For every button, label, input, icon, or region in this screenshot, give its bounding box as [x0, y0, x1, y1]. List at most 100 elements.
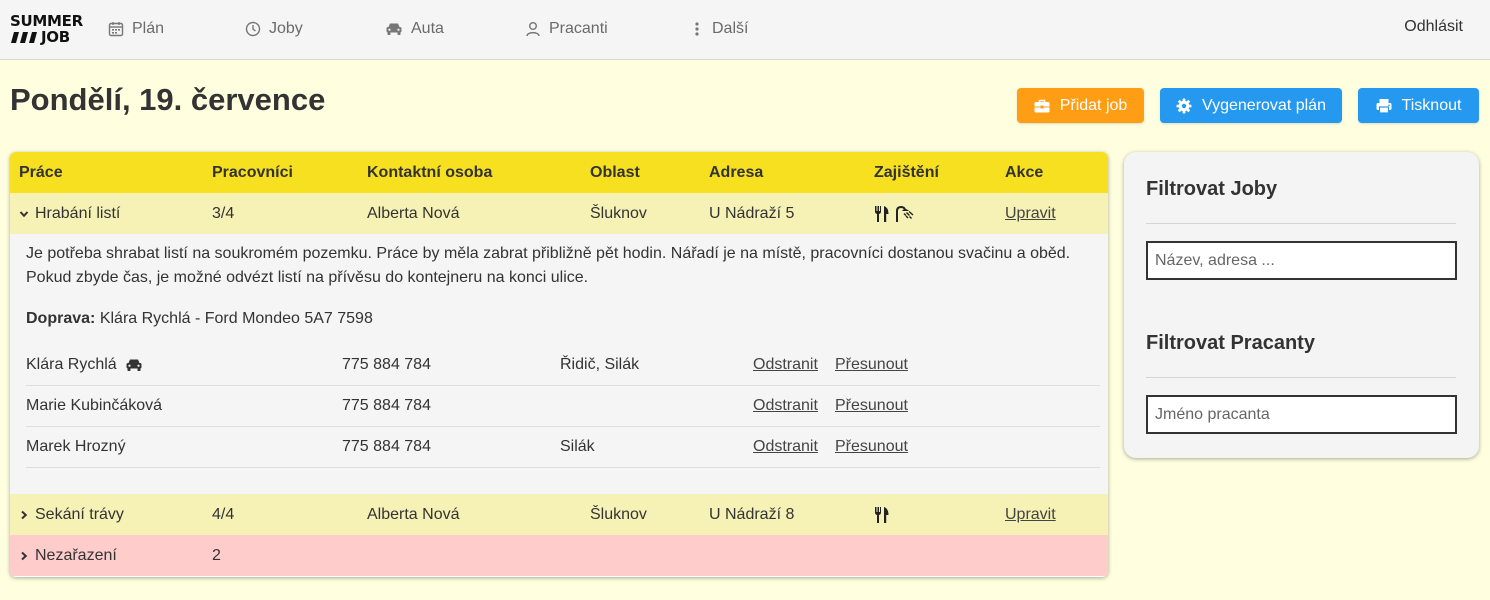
printer-icon: [1376, 98, 1392, 114]
jobs-table: Práce Pracovníci Kontaktní osoba Oblast …: [10, 152, 1108, 577]
remove-label: Odstranit: [753, 438, 818, 455]
job-amenities: [874, 494, 890, 535]
remove-worker-link[interactable]: Odstranit: [753, 386, 818, 426]
summerjob-logo[interactable]: SUMMER JOB: [10, 12, 83, 46]
filter-jobs-input[interactable]: [1146, 241, 1457, 280]
table-row[interactable]: Hrabání listí 3/4 Alberta Nová Šluknov U…: [10, 193, 1108, 234]
logo-slashes-icon: [11, 32, 37, 43]
add-job-button[interactable]: Přidat job: [1017, 88, 1144, 123]
gear-icon: [1176, 98, 1192, 113]
job-amenities: [874, 193, 915, 234]
job-area: Šluknov: [590, 204, 647, 222]
worker-name: Klára Rychlá: [26, 356, 117, 373]
generate-plan-label: Vygenerovat plán: [1202, 96, 1326, 114]
nav-label-cars: Auta: [411, 20, 444, 37]
worker-name: Marie Kubinčáková: [26, 397, 163, 414]
filter-workers-input[interactable]: [1146, 395, 1457, 434]
header-amenities: Zajištění: [874, 163, 939, 181]
job-workers: 4/4: [212, 505, 235, 523]
utensils-icon: [875, 506, 889, 523]
transport-value: Klára Rychlá - Ford Mondeo 5A7 7598: [99, 310, 373, 327]
worker-roles: Řidič, Silák: [560, 356, 640, 373]
worker-phone: 775 884 784: [342, 397, 431, 414]
unassigned-label: Nezařazení: [35, 546, 117, 564]
navbar: SUMMER JOB Plán Joby Auta Pracanti Další…: [0, 0, 1490, 60]
move-worker-link[interactable]: Přesunout: [835, 345, 908, 385]
job-area: Šluknov: [590, 505, 647, 523]
logo-text-bottom: JOB: [41, 28, 70, 46]
job-name: Hrabání listí: [35, 204, 121, 222]
user-icon: [526, 22, 540, 37]
job-contact: Alberta Nová: [367, 505, 460, 523]
job-address: U Nádraží 5: [709, 204, 795, 222]
calendar-icon: [108, 22, 124, 37]
worker-row: Marie Kubinčáková 775 884 784 Odstranit …: [26, 386, 1100, 427]
move-worker-link[interactable]: Přesunout: [835, 386, 908, 426]
job-address: U Nádraží 8: [709, 505, 795, 523]
filter-workers-title: Filtrovat Pracanty: [1146, 332, 1315, 354]
nav-item-cars[interactable]: Auta: [385, 18, 444, 40]
job-workers: 3/4: [212, 204, 235, 222]
move-label: Přesunout: [835, 356, 908, 373]
worker-name-cell: Klára Rychlá: [26, 345, 143, 385]
job-contact: Alberta Nová: [367, 204, 460, 222]
remove-worker-link[interactable]: Odstranit: [753, 427, 818, 467]
edit-job-link[interactable]: Upravit: [1005, 193, 1056, 234]
nav-item-plan[interactable]: Plán: [108, 18, 164, 40]
unassigned-name-cell: Nezařazení: [19, 535, 117, 576]
move-label: Přesunout: [835, 438, 908, 455]
job-details: Je potřeba shrabat listí na soukromém po…: [10, 234, 1108, 494]
remove-label: Odstranit: [753, 397, 818, 414]
edit-job-label: Upravit: [1005, 505, 1056, 523]
header-area: Oblast: [590, 163, 640, 181]
logout-link[interactable]: Odhlásit: [1404, 18, 1463, 36]
worker-roles: Silák: [560, 438, 595, 455]
job-name-cell: Sekání trávy: [19, 494, 124, 535]
edit-job-link[interactable]: Upravit: [1005, 494, 1056, 535]
nav-label-plan: Plán: [132, 20, 165, 37]
worker-row: Marek Hrozný 775 884 784 Silák Odstranit…: [26, 427, 1100, 468]
header-job: Práce: [19, 163, 63, 181]
nav-item-workers[interactable]: Pracanti: [525, 18, 608, 40]
table-header: Práce Pracovníci Kontaktní osoba Oblast …: [10, 152, 1108, 193]
nav-label-jobs: Joby: [269, 20, 303, 37]
move-worker-link[interactable]: Přesunout: [835, 427, 908, 467]
nav-label-more: Další: [712, 20, 749, 37]
shower-icon: [896, 205, 914, 222]
chevron-down-icon: [19, 210, 29, 217]
transport-label: Doprava:: [26, 310, 96, 327]
nav-item-more[interactable]: Další: [690, 18, 748, 40]
worker-phone: 775 884 784: [342, 438, 431, 455]
job-name-cell: Hrabání listí: [19, 193, 120, 234]
utensils-icon: [875, 205, 889, 222]
unassigned-count: 2: [212, 546, 221, 564]
filter-panel: Filtrovat Joby Filtrovat Pracanty: [1124, 152, 1479, 458]
generate-plan-button[interactable]: Vygenerovat plán: [1160, 88, 1342, 123]
worker-phone: 775 884 784: [342, 356, 431, 373]
print-label: Tisknout: [1401, 96, 1462, 114]
header-contact: Kontaktní osoba: [367, 163, 493, 181]
unassigned-row[interactable]: Nezařazení 2: [10, 535, 1108, 576]
worker-row: Klára Rychlá 775 884 784 Řidič, Silák Od…: [26, 345, 1100, 386]
edit-job-label: Upravit: [1005, 204, 1056, 222]
remove-worker-link[interactable]: Odstranit: [753, 345, 818, 385]
dots-vertical-icon: [695, 22, 699, 36]
nav-label-workers: Pracanti: [549, 20, 608, 37]
job-description: Je potřeba shrabat listí na soukromém po…: [26, 245, 1071, 286]
car-icon: [386, 23, 402, 35]
filter-jobs-title: Filtrovat Joby: [1146, 178, 1278, 200]
nav-item-jobs[interactable]: Joby: [245, 18, 303, 40]
chevron-right-icon: [21, 551, 28, 560]
job-name: Sekání trávy: [35, 505, 124, 523]
job-transport: Doprava: Klára Rychlá - Ford Mondeo 5A7 …: [26, 310, 373, 328]
table-row[interactable]: Sekání trávy 4/4 Alberta Nová Šluknov U …: [10, 494, 1108, 535]
remove-label: Odstranit: [753, 356, 818, 373]
divider: [1146, 223, 1456, 224]
briefcase-icon: [1034, 99, 1050, 112]
clock-icon: [245, 21, 261, 37]
header-workers: Pracovníci: [212, 163, 293, 181]
divider: [1146, 377, 1456, 378]
print-button[interactable]: Tisknout: [1358, 88, 1479, 123]
chevron-right-icon: [21, 510, 28, 519]
add-job-label: Přidat job: [1059, 96, 1128, 114]
